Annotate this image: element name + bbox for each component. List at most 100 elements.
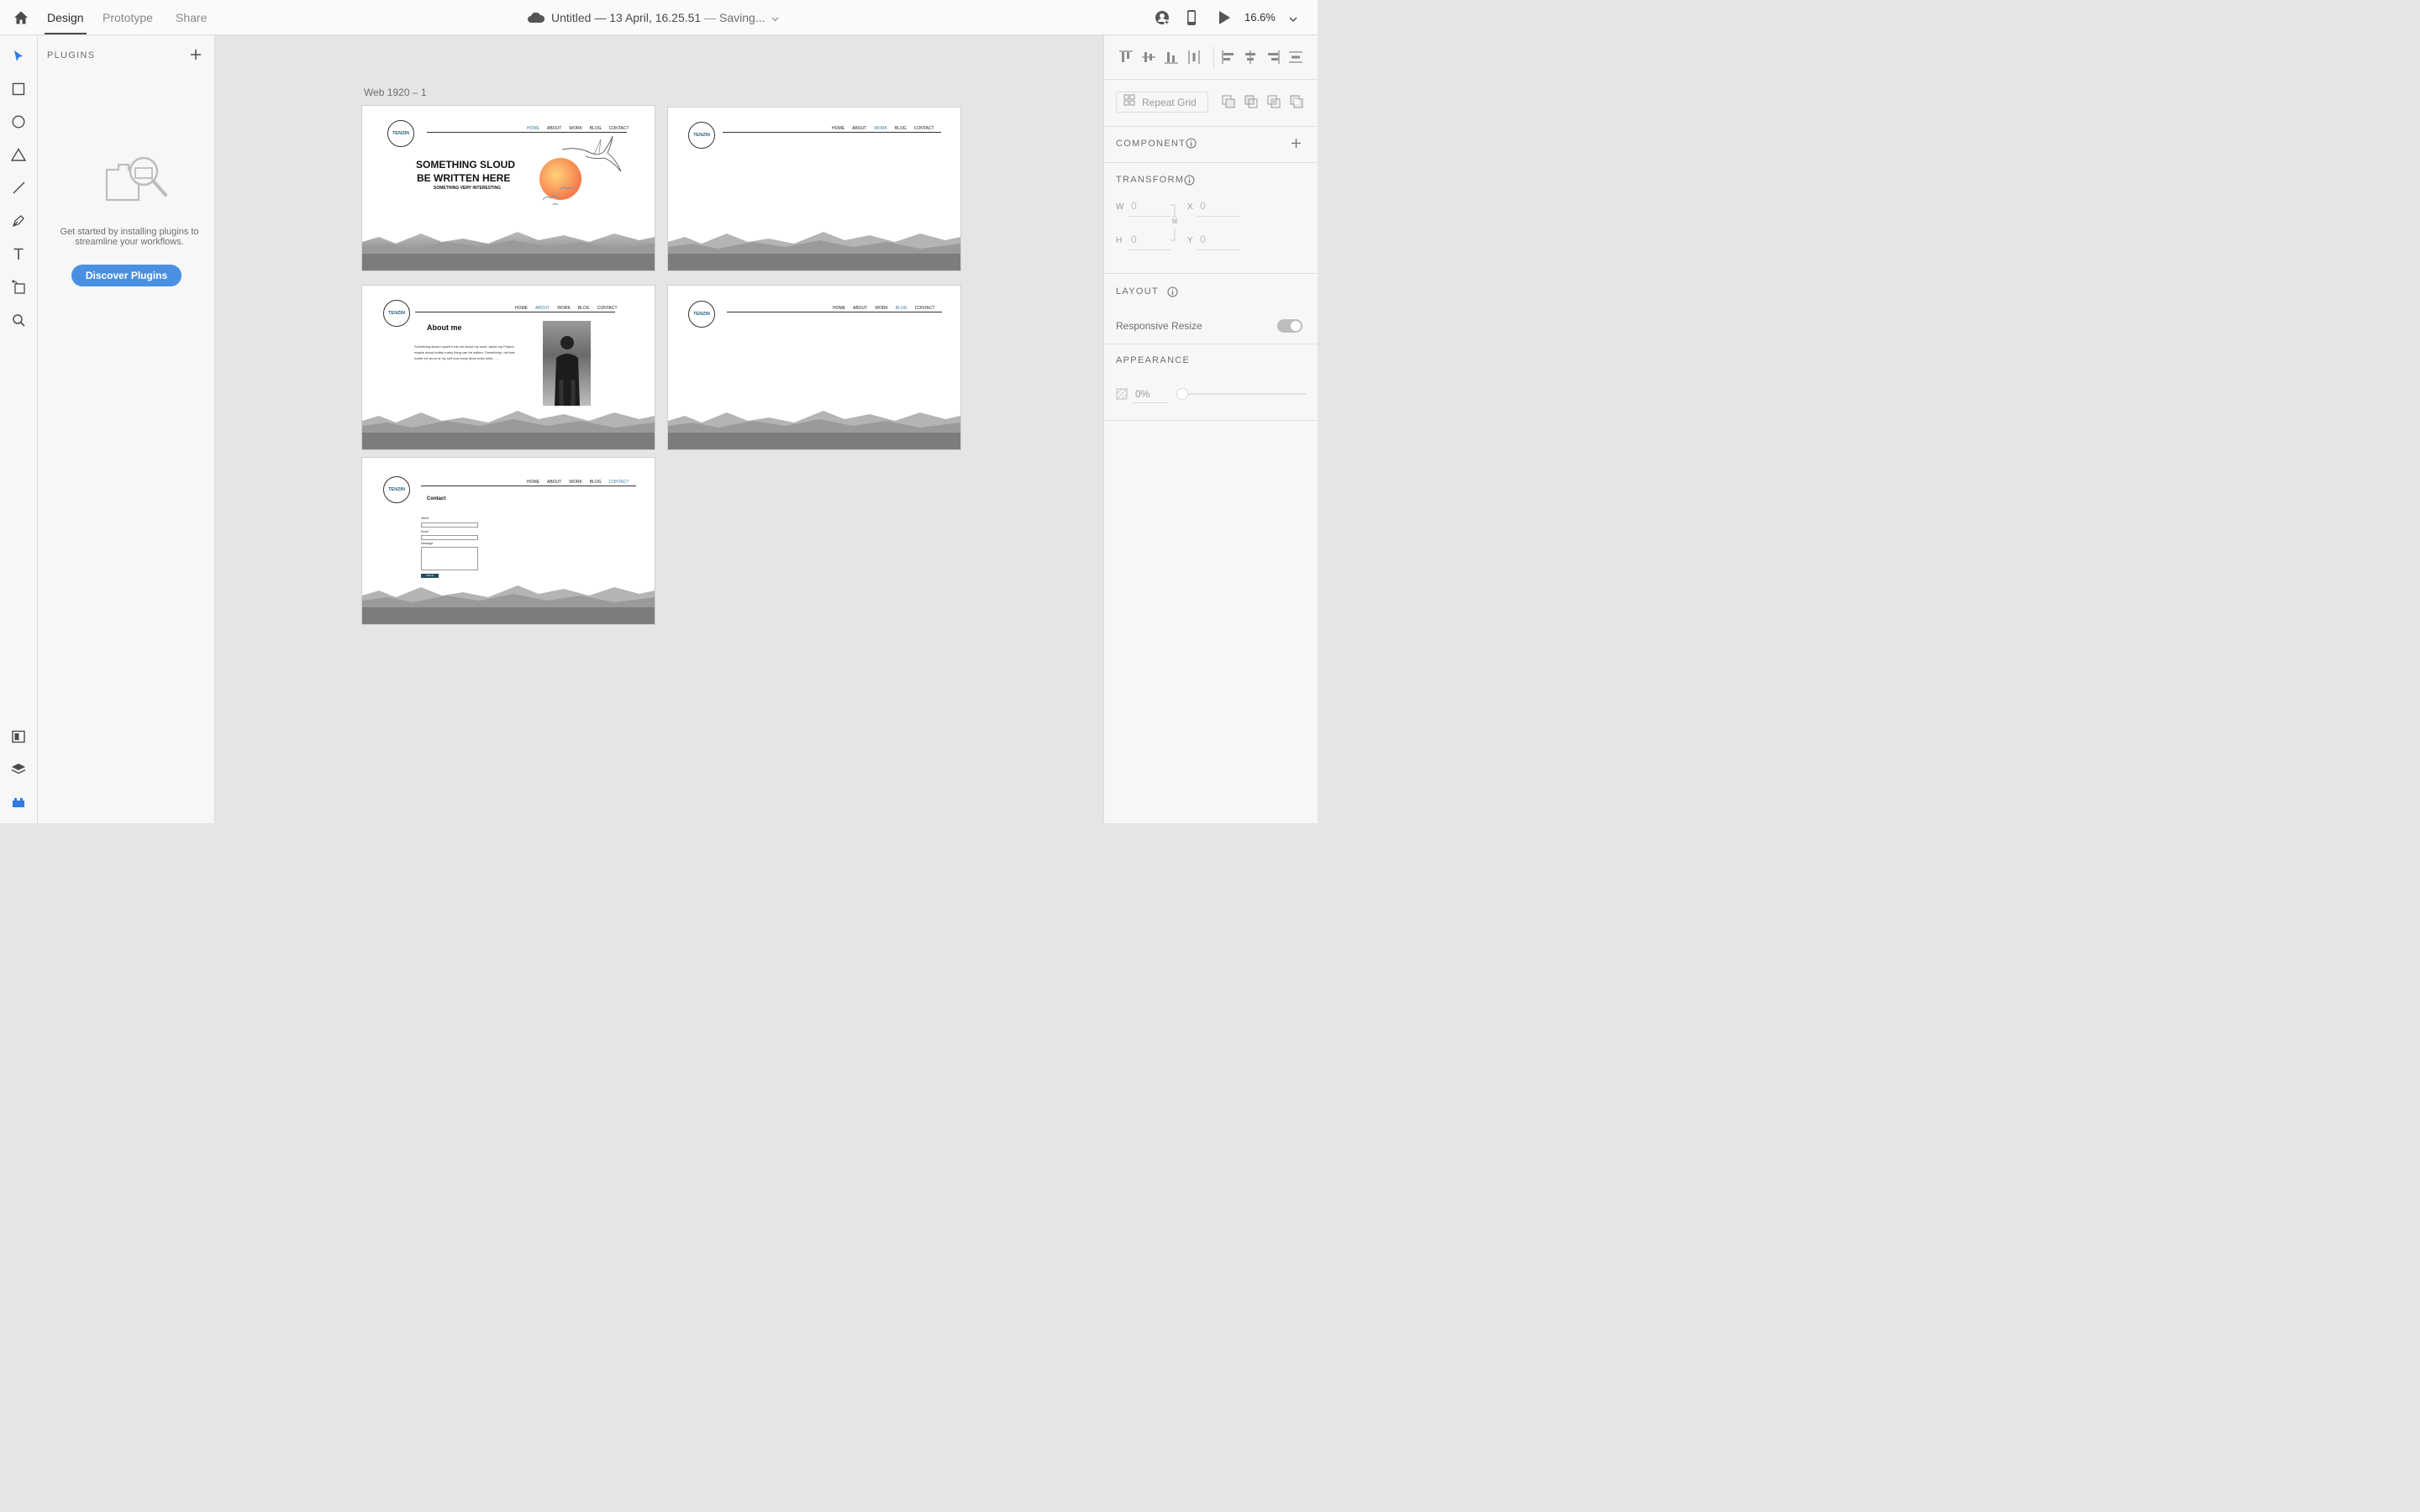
- nav-home: HOME: [527, 480, 539, 485]
- contact-name-label: Name: [421, 517, 429, 520]
- divider: [1104, 162, 1318, 163]
- line-tool-icon[interactable]: [9, 178, 28, 197]
- hero-line-2: BE WRITTEN HERE: [417, 172, 511, 184]
- user-share-icon[interactable]: [1154, 9, 1171, 30]
- chevron-down-icon: [771, 11, 779, 24]
- mountains-illustration: [362, 232, 655, 255]
- nav-blog: BLOG: [589, 480, 602, 485]
- info-icon[interactable]: [1184, 175, 1195, 190]
- artboard-tool-icon[interactable]: [9, 277, 28, 296]
- appearance-label: APPEARANCE: [1116, 355, 1191, 365]
- divider: [1104, 126, 1318, 127]
- site-nav: HOME ABOUT WORK BLOG CONTACT: [527, 126, 629, 131]
- polygon-tool-icon[interactable]: [9, 145, 28, 164]
- align-center-icon[interactable]: [1243, 50, 1258, 69]
- y-input[interactable]: 0: [1197, 232, 1239, 250]
- opacity-icon: [1116, 388, 1128, 404]
- artboard-home[interactable]: TENZIN HOME ABOUT WORK BLOG CONTACT SOME…: [362, 106, 655, 270]
- boolean-add-icon[interactable]: [1221, 94, 1236, 113]
- nav-contact: CONTACT: [913, 126, 934, 131]
- text-tool-icon[interactable]: [9, 244, 28, 263]
- align-right-icon[interactable]: [1265, 50, 1281, 69]
- document-title-area[interactable]: Untitled — 13 April, 16.25.51 — Saving..…: [551, 11, 779, 24]
- boolean-exclude-icon[interactable]: [1289, 94, 1304, 113]
- site-nav: HOME ABOUT WORK BLOG CONTACT: [527, 480, 629, 485]
- tab-share[interactable]: Share: [176, 11, 207, 24]
- select-tool-icon[interactable]: [9, 47, 28, 66]
- height-input[interactable]: 0: [1128, 232, 1171, 250]
- align-left-icon[interactable]: [1221, 50, 1236, 69]
- align-top-icon[interactable]: [1118, 50, 1134, 69]
- active-tab-indicator: [45, 33, 87, 34]
- info-icon[interactable]: [1186, 138, 1197, 153]
- zoom-level[interactable]: 16.6%: [1244, 11, 1276, 24]
- nav-blog: BLOG: [589, 126, 602, 131]
- artboard-contact[interactable]: TENZIN HOME ABOUT WORK BLOG CONTACT Cont…: [362, 458, 655, 624]
- document-title: Untitled — 13 April, 16.25.51: [551, 11, 702, 24]
- info-icon[interactable]: [1167, 286, 1178, 302]
- discover-plugins-button[interactable]: Discover Plugins: [71, 265, 182, 286]
- opacity-slider-track[interactable]: [1181, 393, 1306, 395]
- plugins-icon[interactable]: [9, 793, 28, 811]
- width-label: W: [1116, 202, 1124, 212]
- play-icon[interactable]: [1218, 10, 1231, 29]
- layers-icon[interactable]: [9, 760, 28, 779]
- mobile-preview-icon[interactable]: [1186, 9, 1197, 30]
- width-input[interactable]: 0: [1128, 198, 1171, 217]
- artboard-blog[interactable]: TENZIN HOME ABOUT WORK BLOG CONTACT: [668, 286, 960, 449]
- nav-contact: CONTACT: [608, 480, 629, 485]
- nav-line: [427, 132, 627, 133]
- home-icon[interactable]: [13, 9, 29, 30]
- boolean-subtract-icon[interactable]: [1244, 94, 1259, 113]
- nav-contact: CONTACT: [608, 126, 629, 131]
- nav-home: HOME: [527, 126, 539, 131]
- tab-prototype[interactable]: Prototype: [103, 11, 153, 24]
- plugins-empty-message: Get started by installing plugins to str…: [60, 227, 199, 247]
- divider: [1104, 273, 1318, 274]
- add-component-icon[interactable]: [1291, 138, 1302, 153]
- opacity-slider-thumb[interactable]: [1176, 388, 1188, 400]
- y-label: Y: [1187, 236, 1193, 245]
- tab-design[interactable]: Design: [47, 11, 84, 24]
- pen-tool-icon[interactable]: [9, 212, 28, 230]
- artboard-work[interactable]: TENZIN HOME ABOUT WORK BLOG CONTACT: [668, 108, 960, 270]
- responsive-resize-toggle[interactable]: [1277, 319, 1302, 333]
- repeat-grid-button[interactable]: Repeat Grid: [1116, 92, 1208, 113]
- site-logo: TENZIN: [387, 120, 414, 147]
- artboard-about[interactable]: TENZIN HOME ABOUT WORK BLOG CONTACT Abou…: [362, 286, 655, 449]
- add-plugin-icon[interactable]: [190, 49, 202, 65]
- component-label: COMPONENT: [1116, 139, 1186, 149]
- lock-aspect-icon[interactable]: [1170, 203, 1180, 246]
- zoom-tool-icon[interactable]: [9, 311, 28, 329]
- profile-photo: [543, 321, 591, 406]
- align-middle-icon[interactable]: [1141, 50, 1156, 69]
- nav-home: HOME: [833, 306, 845, 311]
- contact-message-label: Message: [421, 542, 434, 545]
- artboard-label[interactable]: Web 1920 – 1: [364, 87, 427, 98]
- boolean-intersect-icon[interactable]: [1266, 94, 1281, 113]
- ellipse-tool-icon[interactable]: [9, 113, 28, 131]
- site-nav: HOME ABOUT WORK BLOG CONTACT: [833, 306, 935, 311]
- mountains-illustration: [668, 411, 960, 434]
- nav-work: WORK: [569, 126, 582, 131]
- nav-about: ABOUT: [852, 126, 867, 131]
- site-logo: TENZIN: [688, 301, 715, 328]
- repeat-grid-icon: [1123, 94, 1135, 110]
- nav-about: ABOUT: [535, 306, 550, 311]
- x-input[interactable]: 0: [1197, 198, 1239, 217]
- about-body: Something about myself it can be about m…: [414, 344, 515, 360]
- zoom-chevron-icon[interactable]: [1289, 12, 1297, 27]
- cloud-icon: [527, 11, 545, 29]
- align-bottom-icon[interactable]: [1164, 50, 1179, 69]
- distribute-vertical-icon[interactable]: [1186, 50, 1202, 69]
- layout-label: LAYOUT: [1116, 286, 1159, 297]
- site-logo: TENZIN: [383, 476, 410, 503]
- nav-blog: BLOG: [895, 306, 908, 311]
- rectangle-tool-icon[interactable]: [9, 80, 28, 98]
- opacity-input[interactable]: 0%: [1133, 385, 1168, 403]
- distribute-horizontal-icon[interactable]: [1288, 50, 1303, 69]
- properties-panel: Repeat Grid COMPONENT TRANSFORM W 0 X 0 …: [1103, 35, 1318, 823]
- cloud-illustration: [539, 181, 581, 211]
- contact-message-field: [421, 547, 478, 570]
- assets-icon[interactable]: [9, 727, 28, 746]
